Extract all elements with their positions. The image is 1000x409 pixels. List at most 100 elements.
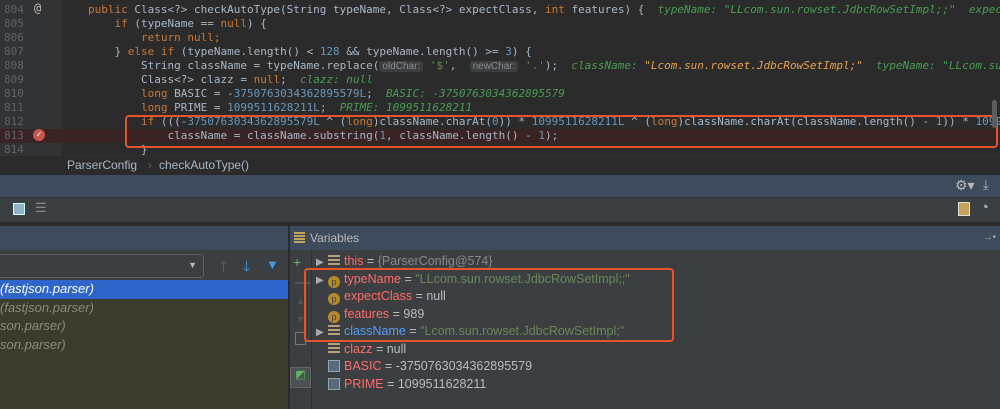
- code-token: ,: [449, 59, 470, 72]
- line-number: 808: [4, 59, 24, 72]
- code-token: long: [140, 101, 175, 114]
- code-token: BASIC = -: [174, 87, 234, 100]
- breakpoint-icon[interactable]: ✓: [33, 129, 45, 141]
- long-icon: [328, 377, 340, 390]
- code-token: PRIME: 1099511628211: [339, 101, 473, 114]
- pin-icon[interactable]: →•: [982, 226, 996, 250]
- code-line[interactable]: 805 if (typeName == null) {: [0, 17, 1000, 31]
- line-number: 811: [4, 101, 24, 114]
- code-text: long PRIME = 1099511628211L; PRIME: 1099…: [88, 101, 472, 115]
- code-line[interactable]: 810 long BASIC = -3750763034362895579L; …: [0, 87, 1000, 101]
- code-token: ;: [319, 101, 340, 114]
- breadcrumb-item[interactable]: ParserConfig: [67, 156, 137, 174]
- editor-scrollbar[interactable]: [992, 100, 997, 128]
- frame-item[interactable]: son.parser): [0, 335, 288, 354]
- variable-value: {ParserConfig@574}: [377, 254, 493, 268]
- line-number: 805: [4, 17, 24, 30]
- filter-icon[interactable]: ▼: [266, 257, 279, 272]
- new-watch-icon[interactable]: +: [293, 254, 301, 270]
- frame-item[interactable]: (fastjson.parser): [0, 298, 288, 317]
- code-token: ) {: [246, 17, 267, 30]
- variables-title: Variables: [310, 231, 360, 245]
- code-line[interactable]: 806 return null;: [0, 31, 1000, 45]
- code-token: public: [88, 3, 135, 16]
- code-text: if (typeName == null) {: [88, 17, 267, 31]
- code-line[interactable]: 811 long PRIME = 1099511628211L; PRIME: …: [0, 101, 1000, 115]
- debug-toolbar: ☰ ◔: [0, 197, 1000, 222]
- line-number: 814: [4, 143, 24, 155]
- code-token: Class<?> checkAutoType(String typeName, …: [134, 3, 545, 16]
- variable-row[interactable]: clazz = null: [316, 341, 406, 359]
- code-token: 3: [505, 45, 512, 58]
- code-token: typeName: "LLcom.sun.rowset.JdbcRowSetIm…: [657, 3, 1000, 16]
- variable-name: PRIME: [344, 376, 384, 391]
- code-token: null: [220, 17, 247, 30]
- code-line[interactable]: 809 Class<?> clazz = null; clazz: null: [0, 73, 1000, 87]
- frames-header: [0, 226, 288, 250]
- long-icon: [328, 360, 340, 372]
- code-token: return null;: [140, 31, 221, 44]
- line-number: 806: [4, 31, 24, 44]
- variable-name: this: [344, 254, 364, 268]
- variable-row[interactable]: PRIME = 1099511628211: [316, 376, 486, 394]
- variable-row[interactable]: BASIC = -3750763034362895579: [316, 358, 532, 376]
- frame-item[interactable]: (fastjson.parser): [0, 280, 288, 299]
- variable-name: BASIC: [344, 359, 382, 373]
- thread-dropdown[interactable]: ▼: [0, 254, 204, 278]
- arrow-up-icon[interactable]: 🡑: [220, 256, 227, 280]
- code-token: (typeName ==: [134, 17, 221, 30]
- override-icon: @: [34, 1, 42, 15]
- highlight-box-code: [125, 115, 998, 148]
- variables-panel: Variables →• + — ▲ ▼ ◩ ▶ this = {ParserCo…: [290, 226, 1000, 409]
- code-token: typeName: "LLcom.sun.: [862, 59, 1000, 72]
- performance-icon[interactable]: ◔: [980, 199, 989, 216]
- code-token: '.': [518, 59, 545, 72]
- breadcrumb-item[interactable]: checkAutoType(): [159, 156, 249, 174]
- gear-icon[interactable]: ⚙▾: [955, 177, 975, 194]
- variable-value: null: [386, 341, 407, 356]
- variables-header: Variables →•: [290, 226, 1000, 250]
- code-token: 128: [319, 45, 347, 58]
- code-text: } else if (typeName.length() < 128 && ty…: [88, 45, 532, 59]
- hide-panel-icon[interactable]: ⤓: [983, 177, 989, 193]
- code-token: int: [544, 3, 572, 16]
- threads-icon[interactable]: ☰: [35, 200, 47, 216]
- variable-value: -3750763034362895579: [395, 359, 533, 373]
- line-number: 804: [4, 3, 24, 16]
- breadcrumb: ParserConfig › checkAutoType(): [0, 155, 1000, 175]
- line-number: 809: [4, 73, 24, 86]
- code-token: ) {: [511, 45, 532, 58]
- field-icon: [328, 342, 340, 355]
- code-line[interactable]: 807 } else if (typeName.length() < 128 &…: [0, 45, 1000, 59]
- code-token: String className = typeName.replace(: [88, 59, 380, 72]
- line-number: 807: [4, 45, 24, 58]
- code-token: 3750763034362895579L: [233, 87, 367, 100]
- code-token: if: [114, 17, 135, 30]
- code-token: (typeName.length() <: [180, 45, 320, 58]
- code-token: "Lcom.sun.rowset.JdbcRowSetImpl;": [644, 59, 863, 72]
- code-line[interactable]: 804 public Class<?> checkAutoType(String …: [0, 3, 1000, 17]
- variable-name: clazz: [344, 341, 373, 356]
- code-line[interactable]: 808 String className = typeName.replace(…: [0, 59, 1000, 73]
- frame-item[interactable]: son.parser): [0, 317, 288, 336]
- code-token: features) {: [571, 3, 658, 16]
- code-token: clazz: null: [299, 73, 373, 86]
- line-number: 810: [4, 87, 24, 100]
- arrow-down-icon[interactable]: 🡓: [243, 256, 250, 280]
- variable-value: 1099511628211: [397, 376, 487, 391]
- code-token: }: [88, 45, 128, 58]
- chevron-down-icon: ▼: [188, 260, 197, 270]
- breadcrumb-separator: ›: [148, 158, 152, 172]
- code-token: long: [140, 87, 175, 100]
- memory-view-icon[interactable]: [958, 202, 970, 216]
- table-view-icon[interactable]: [13, 203, 25, 215]
- code-editor[interactable]: 804 public Class<?> checkAutoType(String …: [0, 0, 1000, 155]
- code-token: else if: [127, 45, 181, 58]
- code-token: BASIC: -3750763034362895579: [386, 87, 565, 100]
- code-token: ;: [280, 73, 300, 86]
- show-watches-icon[interactable]: ◩: [290, 367, 311, 388]
